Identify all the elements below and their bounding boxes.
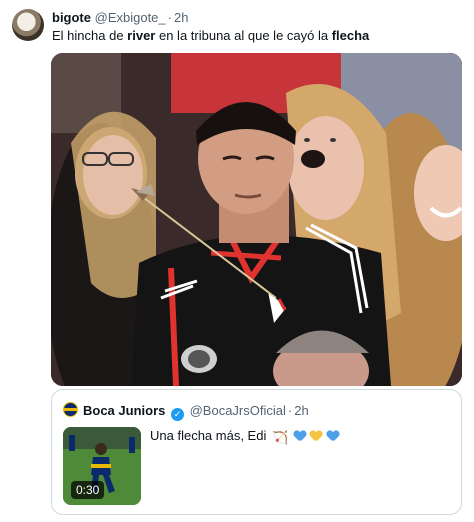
quoted-author-handle[interactable]: @BocaJrsOficial: [190, 403, 286, 418]
boca-juniors-logo-icon[interactable]: [63, 402, 78, 417]
tweet-text-part: en la tribuna al que le cayó la: [155, 28, 332, 43]
quoted-tweet-time[interactable]: 2h: [294, 403, 308, 418]
tweet-photo[interactable]: [51, 53, 462, 386]
quoted-video-thumbnail[interactable]: 0:30: [63, 427, 141, 505]
bow-and-arrow-icon: 🏹: [271, 430, 289, 445]
tweet-text: El hincha de river en la tribuna al que …: [52, 28, 369, 43]
tweet-time[interactable]: 2h: [174, 10, 188, 25]
blue-heart-icon: [327, 431, 339, 442]
emoji-row: 🏹: [272, 430, 340, 446]
tweet-text-bold: flecha: [331, 28, 370, 43]
video-duration: 0:30: [71, 481, 105, 499]
tweet-header: bigote @Exbigote_ · 2h: [52, 10, 188, 25]
tweet-text-part: El hincha de: [52, 28, 128, 43]
quoted-author-name[interactable]: Boca Juniors: [83, 403, 165, 418]
separator-dot: ·: [287, 403, 293, 418]
separator-dot: ·: [167, 10, 172, 25]
quoted-tweet-text: Una flecha más, Edi 🏹: [150, 428, 340, 446]
quoted-text: Una flecha más, Edi: [150, 428, 267, 443]
blue-heart-icon: [294, 431, 306, 442]
author-name[interactable]: bigote: [52, 10, 91, 25]
author-handle[interactable]: @Exbigote_: [95, 10, 166, 25]
quoted-tweet[interactable]: Boca Juniors ✓ @BocaJrsOficial · 2h 0:30 U…: [51, 389, 462, 515]
tweet-text-bold: river: [127, 28, 156, 43]
crowd-photo-illustration: [51, 53, 462, 386]
yellow-heart-icon: [310, 431, 322, 442]
verified-badge-icon: ✓: [170, 408, 184, 421]
quoted-tweet-header: Boca Juniors ✓ @BocaJrsOficial · 2h: [83, 403, 309, 421]
author-avatar[interactable]: [12, 9, 44, 41]
